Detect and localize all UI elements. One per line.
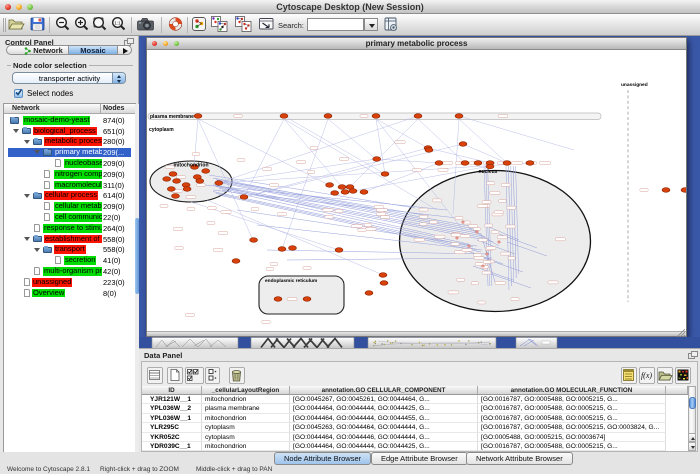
svg-text:unassigned: unassigned [621, 82, 648, 88]
svg-text:cytoplasm: cytoplasm [149, 127, 174, 133]
svg-text:1:1: 1:1 [114, 20, 121, 25]
svg-text:endoplasmic reticulum: endoplasmic reticulum [265, 278, 317, 284]
svg-text:mitochondrion: mitochondrion [174, 163, 209, 169]
svg-text:plasma membrane: plasma membrane [150, 114, 194, 120]
svg-text:nucleus: nucleus [479, 169, 498, 175]
svg-text:f(x): f(x) [641, 371, 652, 380]
